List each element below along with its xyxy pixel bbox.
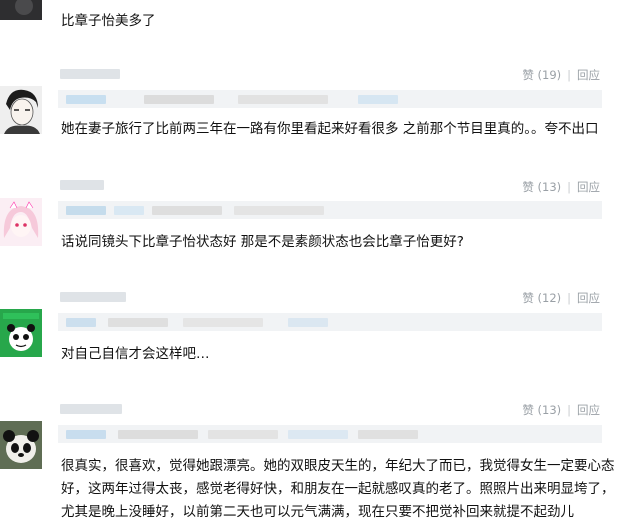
obscured-reply-bar <box>58 425 602 443</box>
comment-actions: 赞 (19) | 回应 <box>522 68 600 82</box>
comment-text: 对自己自信才会这样吧… <box>61 346 210 362</box>
reply-button[interactable]: 回应 <box>577 291 600 305</box>
comment-text: 话说同镜头下比章子怡状态好 那是不是素颜状态也会比章子怡更好? <box>61 234 464 250</box>
username-obscured <box>60 180 104 190</box>
comment-actions: 赞 (13) | 回应 <box>522 403 600 417</box>
manga-portrait-avatar-icon[interactable] <box>0 86 42 134</box>
anime-girl-avatar-icon[interactable] <box>0 198 42 246</box>
reply-button[interactable]: 回应 <box>577 403 600 417</box>
comment-text: 她在妻子旅行了比前两三年在一路有你里看起来好看很多 之前那个节目里真的。。夸不出… <box>61 121 599 137</box>
like-button[interactable]: 赞 (12) <box>522 291 561 305</box>
comment-actions: 赞 (12) | 回应 <box>522 291 600 305</box>
comment-text: 比章子怡美多了 <box>61 13 156 29</box>
username-obscured <box>60 69 120 79</box>
like-button[interactable]: 赞 (19) <box>522 68 561 82</box>
comment-actions: 赞 (13) | 回应 <box>522 180 600 194</box>
like-button[interactable]: 赞 (13) <box>522 180 561 194</box>
username-obscured <box>60 292 126 302</box>
reply-button[interactable]: 回应 <box>577 180 600 194</box>
reply-button[interactable]: 回应 <box>577 68 600 82</box>
panda-photo-avatar-icon[interactable] <box>0 421 42 469</box>
username-obscured <box>60 404 122 414</box>
dark-avatar-icon[interactable] <box>0 0 42 20</box>
like-button[interactable]: 赞 (13) <box>522 403 561 417</box>
obscured-reply-bar <box>58 313 602 331</box>
green-panda-sticker-avatar-icon[interactable] <box>0 309 42 357</box>
obscured-reply-bar <box>58 201 602 219</box>
obscured-reply-bar <box>58 90 602 108</box>
comment-text: 很真实，很喜欢，觉得她跟漂亮。她的双眼皮天生的，年纪大了而已，我觉得女生一定要心… <box>61 458 615 520</box>
